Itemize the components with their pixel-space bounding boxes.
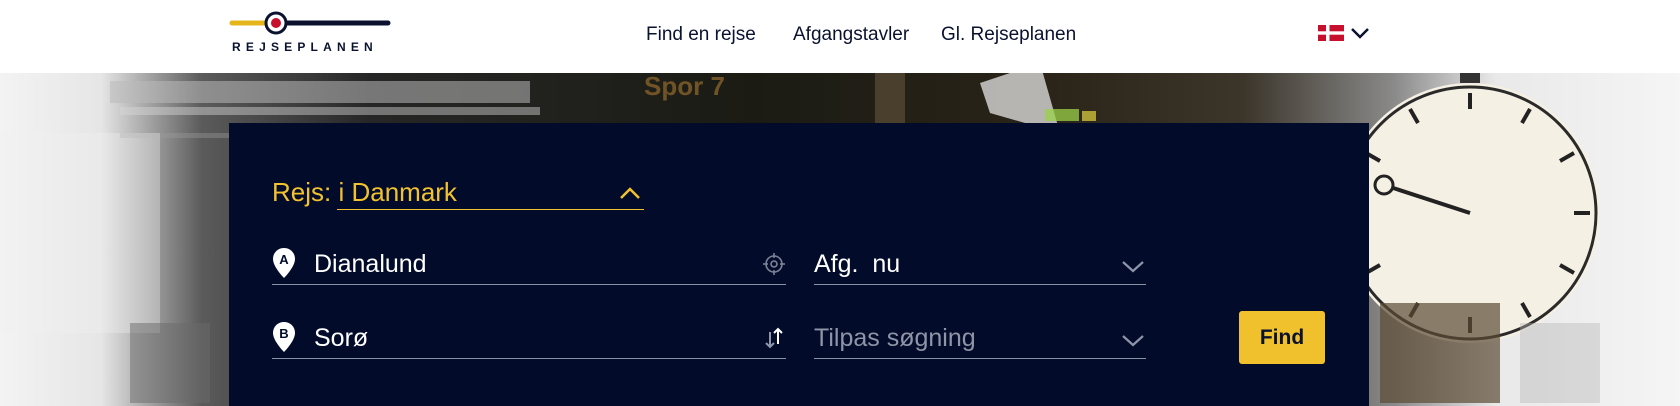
nav-old-rejseplanen[interactable]: Gl. Rejseplanen [941, 24, 1076, 46]
to-input[interactable]: Sorø [314, 324, 368, 353]
rejseplanen-logo[interactable]: REJSEPLANEN [228, 10, 392, 56]
from-input[interactable]: Dianalund [314, 250, 427, 279]
trip-type-label[interactable]: Rejs: i Danmark [272, 177, 457, 208]
trip-type-underline [337, 209, 644, 210]
departure-time-select[interactable]: Afg. nu [814, 243, 1146, 285]
chevron-up-icon[interactable] [618, 183, 642, 203]
logo-wordmark: REJSEPLANEN [232, 40, 378, 54]
nav-departure-boards[interactable]: Afgangstavler [793, 24, 909, 46]
find-button[interactable]: Find [1239, 311, 1325, 364]
departure-time-value: Afg. nu [814, 250, 901, 278]
language-selector[interactable] [1318, 25, 1370, 41]
trip-search-panel: Rejs: i Danmark A Dianalund B Sorø Afg. … [229, 123, 1369, 406]
chevron-down-icon [1122, 335, 1144, 347]
svg-text:B: B [279, 326, 288, 341]
swap-icon[interactable] [762, 326, 786, 350]
pin-a-icon: A [273, 248, 295, 278]
advanced-search-placeholder: Tilpas søgning [814, 324, 976, 352]
danish-flag-icon [1318, 25, 1344, 41]
site-header: REJSEPLANEN Find en rejse Afgangstavler … [0, 0, 1680, 73]
svg-text:A: A [279, 252, 289, 267]
nav-find-trip[interactable]: Find en rejse [646, 24, 756, 46]
to-field[interactable]: B Sorø [272, 317, 786, 359]
from-field[interactable]: A Dianalund [272, 243, 786, 285]
locate-icon[interactable] [762, 252, 786, 276]
pin-b-icon: B [273, 322, 295, 352]
chevron-down-icon [1351, 28, 1369, 39]
svg-text:Spor 7: Spor 7 [644, 73, 725, 101]
advanced-search-select[interactable]: Tilpas søgning [814, 317, 1146, 359]
logo-mark-icon [229, 11, 391, 35]
chevron-down-icon [1122, 261, 1144, 273]
